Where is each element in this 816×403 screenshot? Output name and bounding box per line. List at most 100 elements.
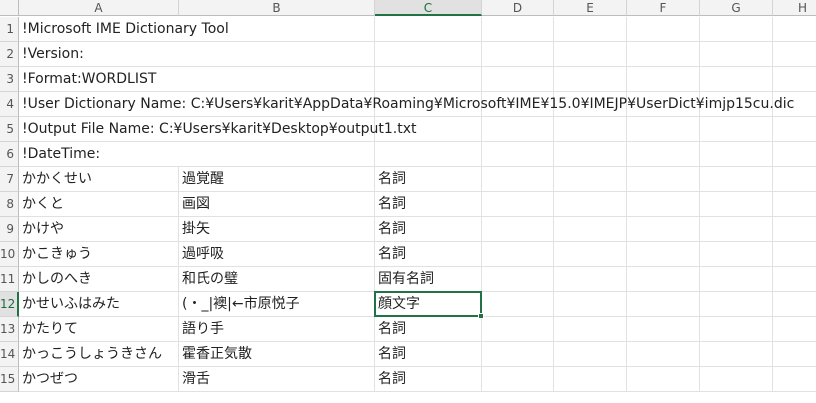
empty-cell[interactable] — [627, 217, 700, 242]
empty-cell[interactable] — [773, 192, 816, 217]
empty-cell[interactable] — [773, 267, 816, 292]
cell-b7[interactable]: 過覚醒 — [179, 167, 375, 192]
cell-c9[interactable]: 名詞 — [375, 217, 482, 242]
cell-c14[interactable]: 名詞 — [375, 342, 482, 367]
empty-cell[interactable] — [627, 292, 700, 317]
row-header[interactable]: 10 — [0, 242, 19, 267]
cell-c10[interactable]: 名詞 — [375, 242, 482, 267]
empty-cell[interactable] — [482, 292, 554, 317]
empty-cell[interactable] — [773, 167, 816, 192]
cell-a6[interactable]: !DateTime: — [19, 142, 809, 167]
row-header[interactable]: 3 — [0, 67, 19, 92]
column-header-a[interactable]: A — [19, 0, 179, 16]
empty-cell[interactable] — [554, 317, 627, 342]
empty-cell[interactable] — [482, 367, 554, 392]
cell-c15[interactable]: 名詞 — [375, 367, 482, 392]
empty-cell[interactable] — [554, 192, 627, 217]
empty-cell[interactable] — [627, 167, 700, 192]
empty-cell[interactable] — [482, 342, 554, 367]
column-header-h[interactable]: H — [773, 0, 816, 16]
empty-cell[interactable] — [773, 367, 816, 392]
cell-a1[interactable]: !Microsoft IME Dictionary Tool — [19, 17, 809, 42]
column-header-d[interactable]: D — [482, 0, 554, 16]
empty-cell[interactable] — [482, 192, 554, 217]
cell-c11[interactable]: 固有名詞 — [375, 267, 482, 292]
empty-cell[interactable] — [773, 217, 816, 242]
empty-cell[interactable] — [627, 317, 700, 342]
empty-cell[interactable] — [700, 317, 773, 342]
cell-b15[interactable]: 滑舌 — [179, 367, 375, 392]
cell-a9[interactable]: かけや — [19, 217, 179, 242]
empty-cell[interactable] — [554, 267, 627, 292]
row-header[interactable]: 4 — [0, 92, 19, 117]
cell-a3[interactable]: !Format:WORDLIST — [19, 67, 809, 92]
empty-cell[interactable] — [482, 167, 554, 192]
empty-cell[interactable] — [700, 342, 773, 367]
row-header[interactable]: 6 — [0, 142, 19, 167]
column-header-c[interactable]: C — [375, 0, 482, 16]
select-all-corner[interactable] — [0, 0, 19, 16]
cell-a12[interactable]: かせいふはみた — [19, 292, 179, 317]
empty-cell[interactable] — [482, 242, 554, 267]
row-header[interactable]: 1 — [0, 17, 19, 42]
cell-b14[interactable]: 霍香正気散 — [179, 342, 375, 367]
cell-a2[interactable]: !Version: — [19, 42, 809, 67]
cell-b12[interactable]: (・_|襖|←市原悦子 — [179, 292, 375, 317]
cell-c7[interactable]: 名詞 — [375, 167, 482, 192]
row-header[interactable]: 14 — [0, 342, 19, 367]
empty-cell[interactable] — [554, 292, 627, 317]
cell-b8[interactable]: 画図 — [179, 192, 375, 217]
cell-b9[interactable]: 掛矢 — [179, 217, 375, 242]
row-header[interactable]: 5 — [0, 117, 19, 142]
row-header[interactable]: 15 — [0, 367, 19, 392]
empty-cell[interactable] — [627, 342, 700, 367]
empty-cell[interactable] — [627, 367, 700, 392]
cell-a10[interactable]: かこきゅう — [19, 242, 179, 267]
row-header[interactable]: 7 — [0, 167, 19, 192]
empty-cell[interactable] — [700, 292, 773, 317]
empty-cell[interactable] — [482, 217, 554, 242]
cell-a8[interactable]: かくと — [19, 192, 179, 217]
cell-b11[interactable]: 和氏の璧 — [179, 267, 375, 292]
empty-cell[interactable] — [482, 317, 554, 342]
row-header[interactable]: 8 — [0, 192, 19, 217]
empty-cell[interactable] — [700, 267, 773, 292]
fill-handle[interactable] — [478, 313, 484, 319]
row-header[interactable]: 9 — [0, 217, 19, 242]
empty-cell[interactable] — [554, 217, 627, 242]
cell-a7[interactable]: かかくせい — [19, 167, 179, 192]
cell-a11[interactable]: かしのへき — [19, 267, 179, 292]
empty-cell[interactable] — [700, 167, 773, 192]
cell-a14[interactable]: かっこうしょうきさん — [19, 342, 179, 367]
empty-cell[interactable] — [773, 292, 816, 317]
cell-c12[interactable]: 顔文字 — [375, 292, 482, 317]
row-header[interactable]: 12 — [0, 292, 19, 317]
cell-b13[interactable]: 語り手 — [179, 317, 375, 342]
cell-b10[interactable]: 過呼吸 — [179, 242, 375, 267]
cell-a15[interactable]: かつぜつ — [19, 367, 179, 392]
row-header[interactable]: 13 — [0, 317, 19, 342]
empty-cell[interactable] — [627, 242, 700, 267]
empty-cell[interactable] — [700, 217, 773, 242]
empty-cell[interactable] — [482, 267, 554, 292]
row-header[interactable]: 11 — [0, 267, 19, 292]
empty-cell[interactable] — [554, 242, 627, 267]
empty-cell[interactable] — [773, 317, 816, 342]
empty-cell[interactable] — [700, 192, 773, 217]
empty-cell[interactable] — [700, 242, 773, 267]
column-header-g[interactable]: G — [700, 0, 773, 16]
empty-cell[interactable] — [773, 342, 816, 367]
cell-c8[interactable]: 名詞 — [375, 192, 482, 217]
column-header-f[interactable]: F — [627, 0, 700, 16]
empty-cell[interactable] — [627, 267, 700, 292]
empty-cell[interactable] — [627, 192, 700, 217]
cell-c13[interactable]: 名詞 — [375, 317, 482, 342]
cell-a13[interactable]: かたりて — [19, 317, 179, 342]
empty-cell[interactable] — [773, 242, 816, 267]
empty-cell[interactable] — [554, 367, 627, 392]
row-header[interactable]: 2 — [0, 42, 19, 67]
empty-cell[interactable] — [700, 367, 773, 392]
cell-a4[interactable]: !User Dictionary Name: C:¥Users¥karit¥Ap… — [19, 92, 809, 117]
empty-cell[interactable] — [554, 167, 627, 192]
column-header-e[interactable]: E — [554, 0, 627, 16]
